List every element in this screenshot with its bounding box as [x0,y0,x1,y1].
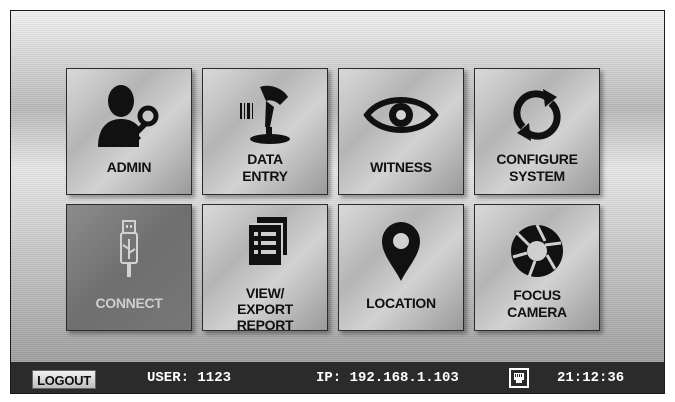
connect-tile[interactable]: CONNECT [66,204,192,331]
report-pages-icon [203,215,327,279]
usb-icon [67,219,191,283]
app-window: ADMIN DATA ENTRY WITNESS CONFIGURE SYSTE… [10,10,665,394]
configure-system-label: CONFIGURE SYSTEM [496,151,578,184]
ethernet-port-icon [509,368,529,388]
user-id: USER: 1123 [147,370,232,386]
camera-aperture-icon [475,219,599,283]
clock-time: 21:12:36 [557,370,625,386]
main-panel: ADMIN DATA ENTRY WITNESS CONFIGURE SYSTE… [11,11,664,362]
view-export-report-tile[interactable]: VIEW/ EXPORT REPORT [202,204,328,333]
refresh-arrows-icon [475,83,599,147]
admin-user-key-icon [67,83,191,147]
status-bar: LOGOUT USER: 1123 IP: 192.168.1.103 21:1… [11,362,664,393]
data-entry-label: DATA ENTRY [242,151,288,184]
focus-camera-label: FOCUS CAMERA [507,287,567,320]
barcode-scanner-icon [203,83,327,147]
map-pin-icon [339,219,463,283]
configure-system-tile[interactable]: CONFIGURE SYSTEM [474,68,600,195]
eye-icon [339,83,463,147]
focus-camera-tile[interactable]: FOCUS CAMERA [474,204,600,331]
witness-label: WITNESS [370,159,432,175]
admin-tile[interactable]: ADMIN [66,68,192,195]
location-label: LOCATION [366,295,436,311]
view-export-report-label: VIEW/ EXPORT REPORT [236,285,294,333]
ip-address: IP: 192.168.1.103 [316,370,459,386]
admin-label: ADMIN [106,159,152,175]
connect-label: CONNECT [95,295,163,311]
location-tile[interactable]: LOCATION [338,204,464,331]
witness-tile[interactable]: WITNESS [338,68,464,195]
data-entry-tile[interactable]: DATA ENTRY [202,68,328,195]
logout-button[interactable]: LOGOUT [32,370,96,389]
